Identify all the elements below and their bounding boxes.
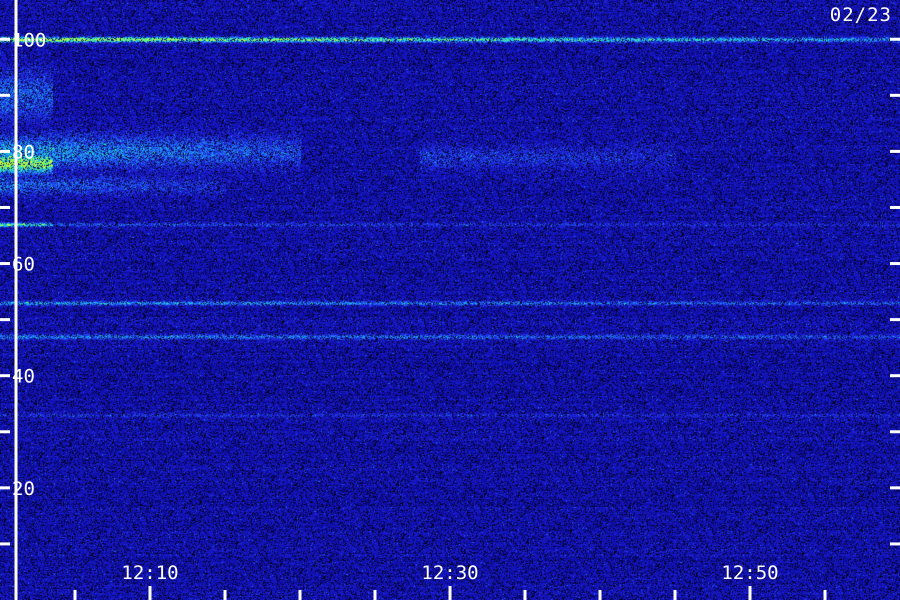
x-tick-label-0: 12:10 (121, 562, 178, 584)
y-tick-label-4: 100 (12, 29, 46, 51)
left-axis-ticks (0, 37, 10, 546)
bottom-axis-ticks (73, 586, 827, 600)
y-tick-label-3: 80 (12, 141, 35, 163)
y-tick-label-2: 60 (12, 254, 35, 276)
y-tick-label-1: 40 (12, 366, 35, 388)
x-tick-label-2: 12:50 (721, 562, 778, 584)
x-tick-label-1: 12:30 (421, 562, 478, 584)
y-tick-label-0: 20 (12, 478, 35, 500)
chart-axes-overlay: 20 40 60 80 100 12:10 12:30 12:50 (0, 0, 900, 600)
date-label: 02/23 (829, 4, 892, 26)
x-axis-tick-labels: 12:10 12:30 12:50 (121, 562, 778, 584)
right-axis-ticks (890, 37, 900, 546)
